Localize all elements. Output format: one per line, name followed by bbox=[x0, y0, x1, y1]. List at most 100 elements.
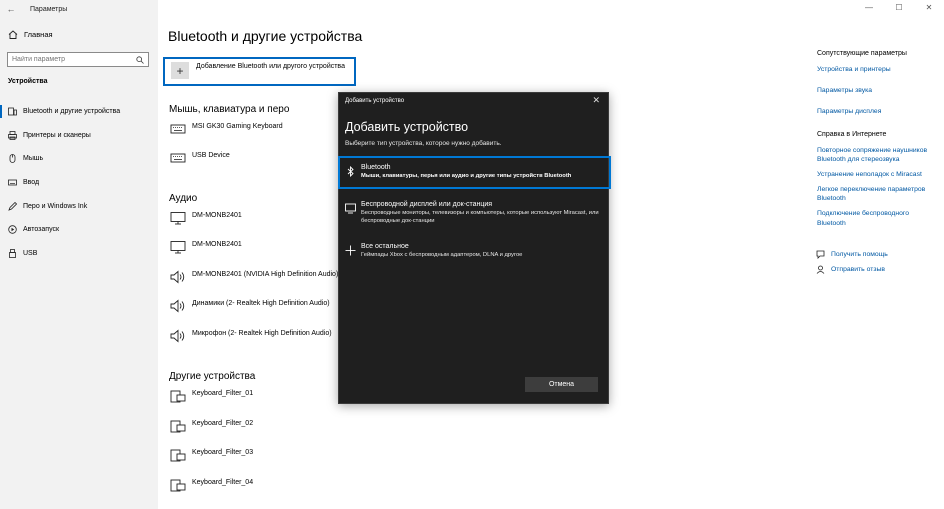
sidebar-item-mouse[interactable]: Мышь bbox=[0, 147, 158, 171]
help-link[interactable]: Повторное сопряжение наушников Bluetooth… bbox=[817, 146, 939, 164]
plus-icon: + bbox=[171, 62, 189, 79]
device-item[interactable]: Keyboard_Filter_02 bbox=[170, 419, 253, 433]
printer-icon bbox=[8, 130, 17, 140]
bluetooth-icon bbox=[347, 166, 354, 177]
device-name: Микрофон (2- Realtek High Definition Aud… bbox=[192, 330, 332, 337]
device-item[interactable]: Динамики (2- Realtek High Definition Aud… bbox=[170, 299, 330, 313]
monitor-icon bbox=[170, 241, 186, 254]
device-name: Keyboard_Filter_04 bbox=[192, 479, 254, 486]
device-item[interactable]: DM-MONB2401 bbox=[170, 240, 242, 254]
sidebar-item-autoplay[interactable]: Автозапуск bbox=[0, 218, 158, 242]
group-title-audio: Аудио bbox=[169, 193, 198, 204]
dialog-close-button[interactable]: ✕ bbox=[592, 95, 600, 106]
get-help-link[interactable]: Получить помощь bbox=[816, 250, 939, 259]
link-devices-printers[interactable]: Устройства и принтеры bbox=[817, 65, 939, 74]
device-item[interactable]: Keyboard_Filter_01 bbox=[170, 389, 253, 403]
sidebar-item-label: Мышь bbox=[23, 155, 44, 163]
add-device-dialog: Добавить устройство ✕ Добавить устройств… bbox=[338, 92, 611, 404]
search-box[interactable] bbox=[7, 52, 149, 67]
close-window-button[interactable]: ✕ bbox=[914, 0, 944, 18]
sidebar-nav: Bluetooth и другие устройства Принтеры и… bbox=[0, 100, 158, 265]
cancel-button[interactable]: Отмена bbox=[525, 377, 598, 392]
keyboard-icon bbox=[170, 153, 186, 163]
sidebar-item-bluetooth[interactable]: Bluetooth и другие устройства bbox=[0, 100, 158, 124]
home-icon bbox=[8, 30, 18, 39]
sidebar-item-printers[interactable]: Принтеры и сканеры bbox=[0, 124, 158, 148]
speaker-icon bbox=[170, 299, 185, 313]
sidebar: ← Параметры Главная Устройства Bluetooth… bbox=[0, 0, 158, 509]
sidebar-item-label: Автозапуск bbox=[23, 226, 60, 234]
search-input[interactable] bbox=[12, 56, 132, 63]
dialog-bar-title: Добавить устройство bbox=[345, 98, 405, 104]
device-item[interactable]: USB Device bbox=[170, 151, 230, 165]
device-name: DM-MONB2401 bbox=[192, 212, 242, 219]
device-name: USB Device bbox=[192, 152, 230, 159]
feedback-link[interactable]: Отправить отзыв bbox=[816, 265, 939, 274]
sidebar-item-label: Перо и Windows Ink bbox=[23, 202, 88, 210]
page-title: Bluetooth и другие устройства bbox=[168, 28, 363, 44]
plus-icon bbox=[345, 245, 356, 256]
device-item[interactable]: MSI GK30 Gaming Keyboard bbox=[170, 122, 283, 136]
title-bar: ← Параметры bbox=[0, 0, 158, 18]
dialog-subtitle: Выберите тип устройства, которое нужно д… bbox=[345, 140, 502, 147]
sidebar-item-pen[interactable]: Перо и Windows Ink bbox=[0, 194, 158, 218]
device-item[interactable]: DM-MONB2401 bbox=[170, 211, 242, 225]
dialog-title-bar: Добавить устройство ✕ bbox=[339, 93, 608, 109]
device-name: Keyboard_Filter_01 bbox=[192, 390, 254, 397]
maximize-button[interactable]: ☐ bbox=[884, 0, 914, 18]
add-device-button[interactable]: + Добавление Bluetooth или другого устро… bbox=[163, 57, 356, 86]
back-button[interactable]: ← bbox=[0, 4, 22, 14]
sidebar-item-usb[interactable]: USB bbox=[0, 242, 158, 266]
dialog-title: Добавить устройство bbox=[345, 120, 469, 134]
group-title-input: Мышь, клавиатура и перо bbox=[169, 104, 290, 115]
get-help-label: Получить помощь bbox=[831, 250, 888, 258]
add-device-label: Добавление Bluetooth или другого устройс… bbox=[196, 63, 345, 70]
monitor-icon bbox=[170, 212, 186, 225]
help-link[interactable]: Легкое переключение параметров Bluetooth bbox=[817, 185, 939, 203]
generic-device-icon bbox=[170, 420, 186, 433]
help-link[interactable]: Подключение беспроводного Bluetooth bbox=[817, 209, 939, 227]
device-item[interactable]: Keyboard_Filter_03 bbox=[170, 448, 253, 462]
option-desc: Геймпады Xbox с беспроводным адаптером, … bbox=[361, 252, 523, 258]
device-name: DM-MONB2401 (NVIDIA High Definition Audi… bbox=[192, 271, 339, 278]
device-name: MSI GK30 Gaming Keyboard bbox=[192, 123, 283, 130]
device-name: Динамики (2- Realtek High Definition Aud… bbox=[192, 300, 330, 307]
sidebar-item-input[interactable]: Ввод bbox=[0, 171, 158, 195]
option-bluetooth[interactable]: Bluetooth Мыши, клавиатуры, перья или ау… bbox=[338, 156, 611, 189]
keyboard-icon bbox=[8, 179, 17, 186]
option-desc: Беспроводные мониторы, телевизоры и комп… bbox=[361, 210, 599, 224]
speaker-icon bbox=[170, 270, 185, 284]
sidebar-item-label: Bluetooth и другие устройства bbox=[23, 108, 121, 116]
device-item[interactable]: DM-MONB2401 (NVIDIA High Definition Audi… bbox=[170, 270, 338, 284]
bluetooth-devices-icon bbox=[8, 107, 17, 116]
speaker-icon bbox=[170, 329, 185, 343]
keyboard-icon bbox=[170, 124, 186, 134]
help-chat-icon bbox=[816, 250, 825, 259]
link-sound-settings[interactable]: Параметры звука bbox=[817, 86, 939, 95]
home-label: Главная bbox=[24, 30, 53, 39]
home-link[interactable]: Главная bbox=[8, 30, 53, 39]
option-title: Все остальное bbox=[361, 243, 409, 250]
app-title: Параметры bbox=[30, 5, 68, 13]
search-icon bbox=[136, 55, 144, 64]
device-name: Keyboard_Filter_02 bbox=[192, 420, 254, 427]
device-item[interactable]: Микрофон (2- Realtek High Definition Aud… bbox=[170, 329, 332, 343]
device-item[interactable]: Keyboard_Filter_04 bbox=[170, 478, 253, 492]
autoplay-icon bbox=[8, 225, 17, 234]
device-name: Keyboard_Filter_03 bbox=[192, 449, 254, 456]
option-wireless-display[interactable]: Беспроводной дисплей или док-станция Бес… bbox=[340, 195, 608, 231]
option-desc: Мыши, клавиатуры, перья или аудио и друг… bbox=[361, 173, 572, 179]
section-label: Устройства bbox=[8, 78, 48, 85]
link-display-settings[interactable]: Параметры дисплея bbox=[817, 107, 939, 116]
usb-icon bbox=[9, 248, 16, 258]
related-panel: Сопутствующие параметры Устройства и при… bbox=[816, 50, 939, 280]
option-title: Bluetooth bbox=[361, 164, 391, 171]
sidebar-item-label: USB bbox=[23, 249, 38, 257]
window-controls: — ☐ ✕ bbox=[854, 0, 944, 18]
sidebar-item-label: Ввод bbox=[23, 179, 40, 187]
generic-device-icon bbox=[170, 449, 186, 462]
feedback-icon bbox=[816, 265, 825, 274]
option-everything-else[interactable]: Все остальное Геймпады Xbox с беспроводн… bbox=[340, 237, 608, 266]
minimize-button[interactable]: — bbox=[854, 0, 884, 18]
help-link[interactable]: Устранение неполадок с Miracast bbox=[817, 170, 939, 179]
